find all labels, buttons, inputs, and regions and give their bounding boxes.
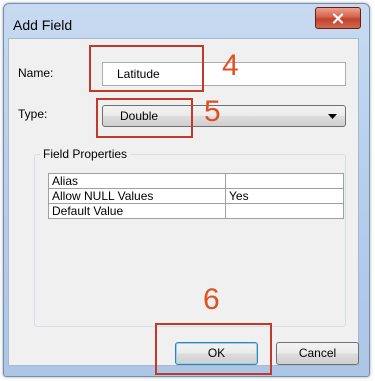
cancel-button[interactable]: Cancel xyxy=(276,342,359,365)
type-highlight-box xyxy=(96,98,193,138)
property-value[interactable] xyxy=(225,173,344,189)
property-value[interactable]: Yes xyxy=(225,188,344,204)
property-name: Default Value xyxy=(48,203,226,219)
table-row[interactable]: Alias xyxy=(48,173,344,189)
property-value[interactable] xyxy=(225,203,344,219)
field-properties-table: Alias Allow NULL Values Yes Default Valu… xyxy=(48,173,344,219)
table-row[interactable]: Default Value xyxy=(48,203,344,219)
step-number-ok: 6 xyxy=(203,283,220,316)
ok-highlight-box xyxy=(155,323,272,375)
step-number-type: 5 xyxy=(204,95,221,128)
step-number-name: 4 xyxy=(222,49,239,82)
chevron-down-icon xyxy=(328,114,337,119)
property-name: Alias xyxy=(48,173,226,189)
close-button[interactable] xyxy=(315,7,361,29)
name-highlight-box xyxy=(89,45,204,92)
close-icon xyxy=(332,12,344,24)
type-label: Type: xyxy=(18,107,48,121)
field-properties-legend: Field Properties xyxy=(40,147,131,161)
dialog-title: Add Field xyxy=(13,17,73,33)
name-label: Name: xyxy=(18,66,54,80)
table-row[interactable]: Allow NULL Values Yes xyxy=(48,188,344,204)
property-name: Allow NULL Values xyxy=(48,188,226,204)
